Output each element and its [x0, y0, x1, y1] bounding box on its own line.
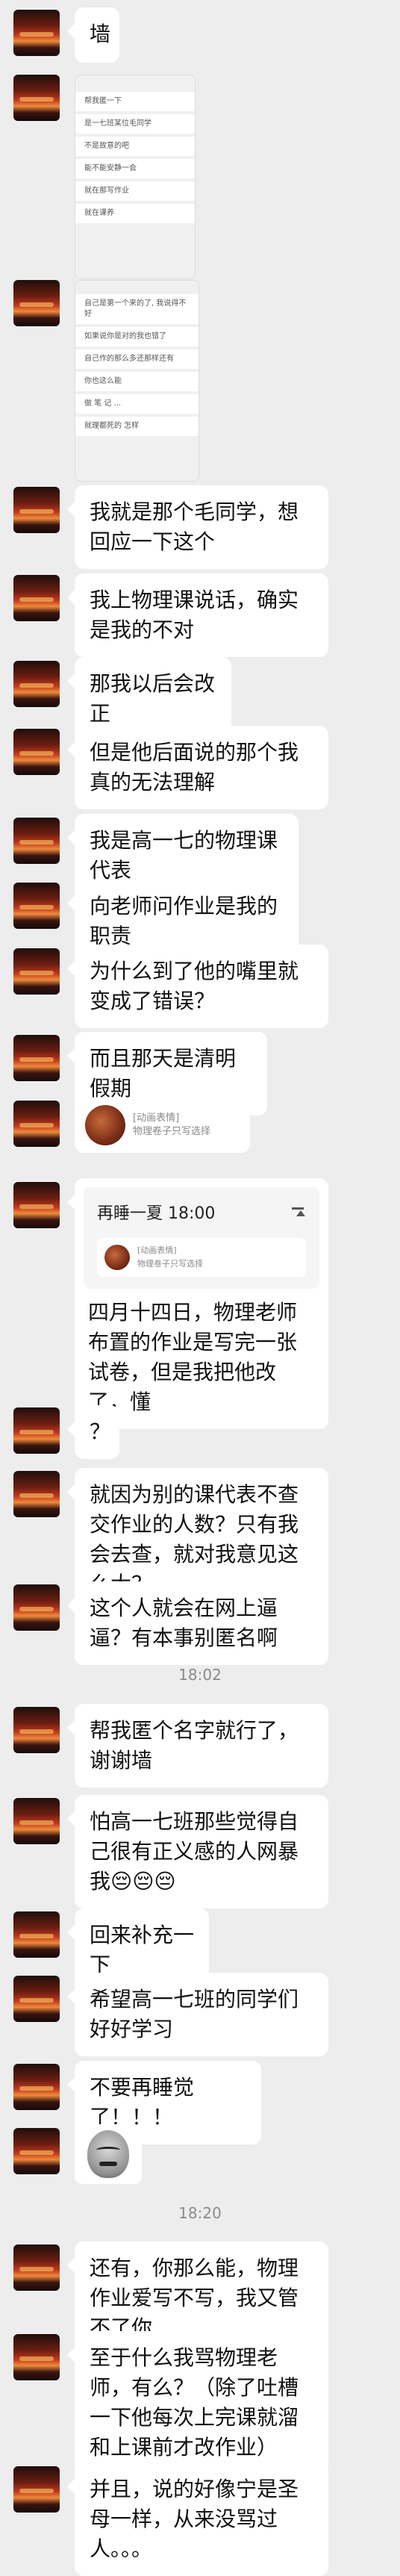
avatar[interactable]: [13, 1035, 60, 1081]
message-bubble[interactable]: 我就是那个毛同学，想回应一下这个: [67, 485, 328, 569]
avatar[interactable]: [13, 1407, 60, 1454]
avatar[interactable]: [13, 1101, 60, 1147]
message-bubble[interactable]: 我上物理课说话，确实是我的不对: [67, 573, 328, 657]
screenshot-line: 如果说你是对的我也错了: [75, 327, 199, 346]
message-bubble[interactable]: 并且，说的好像宁是圣母一样，从来没骂过人。。。: [67, 2463, 328, 2576]
avatar[interactable]: [13, 948, 60, 995]
quoted-message-header: 再睡一夏 18:00: [97, 1204, 216, 1223]
quoted-sticker: [动画表情] 物理卷子只写选择: [97, 1238, 306, 1277]
avatar[interactable]: [13, 1584, 60, 1631]
message-bubble[interactable]: 墙: [67, 7, 119, 63]
message-bubble[interactable]: 希望高一七班的同学们好好学习: [67, 1973, 328, 2056]
screenshot-line: 不是故意的吧: [75, 137, 195, 156]
message-bubble[interactable]: 但是他后面说的那个我真的无法理解: [67, 726, 328, 809]
meme-face-icon: [87, 2130, 129, 2178]
meme-sticker-image[interactable]: [75, 2124, 142, 2184]
screenshot-line: 自己是第一个来的了, 我说得不好: [75, 294, 199, 324]
avatar[interactable]: [13, 2128, 60, 2174]
quote-message-bubble[interactable]: 再睡一夏 18:00 [动画表情] 物理卷子只写选择 四月十四日，物理老师布置的…: [67, 1178, 328, 1429]
message-bubble[interactable]: 怕高一七班那些觉得自己很有正义感的人网暴我😔😔😔: [67, 1795, 328, 1908]
avatar[interactable]: [13, 575, 60, 621]
screenshot-line: 能不能安静一会: [75, 159, 195, 178]
avatar[interactable]: [13, 1182, 60, 1228]
message-bubble[interactable]: ？: [67, 1405, 119, 1459]
avatar[interactable]: [13, 729, 60, 775]
sticker-thumbnail[interactable]: [85, 1105, 125, 1145]
message-bubble[interactable]: 这个人就会在网上逼逼？有本事别匿名啊: [67, 1581, 328, 1665]
avatar[interactable]: [13, 661, 60, 707]
avatar[interactable]: [13, 1707, 60, 1753]
avatar[interactable]: [13, 75, 60, 121]
image-screenshot[interactable]: 帮我匿一下 是一七班某位毛同学 不是故意的吧 能不能安静一会 就在那写作业 就在…: [75, 75, 196, 279]
pin-top-icon[interactable]: [290, 1206, 306, 1222]
avatar[interactable]: [13, 1471, 60, 1517]
screenshot-line: 自己作的那么多还那样还有: [75, 349, 199, 369]
screenshot-line: 是一七班某位毛同学: [75, 114, 195, 134]
quoted-message-card[interactable]: 再睡一夏 18:00 [动画表情] 物理卷子只写选择: [84, 1187, 319, 1289]
avatar[interactable]: [13, 2334, 60, 2380]
avatar[interactable]: [13, 280, 60, 326]
sticker-caption: 物理卷子只写选择: [137, 1259, 203, 1269]
sticker-thumbnail: [104, 1245, 130, 1270]
avatar[interactable]: [13, 1911, 60, 1958]
avatar[interactable]: [13, 818, 60, 864]
timestamp: 18:02: [178, 1666, 222, 1684]
sticker-caption: 物理卷子只写选择: [133, 1126, 211, 1137]
image-screenshot[interactable]: 自己是第一个来的了, 我说得不好 如果说你是对的我也错了 自己作的那么多还那样还…: [75, 280, 199, 482]
screenshot-line: 就在那写作业: [75, 181, 195, 201]
avatar[interactable]: [13, 2466, 60, 2513]
avatar[interactable]: [13, 2064, 60, 2110]
avatar[interactable]: [13, 1976, 60, 2022]
screenshot-line: 帮我匿一下: [75, 92, 195, 111]
sticker-row: [动画表情] 物理卷子只写选择: [85, 1105, 240, 1145]
sticker-reply-bubble[interactable]: [动画表情] 物理卷子只写选择: [75, 1098, 250, 1153]
screenshot-line: 就理都死的 怎样: [75, 417, 199, 436]
message-bubble[interactable]: 至于什么我骂物理老师，有么？（除了吐槽一下他每次上完课就溜和上课前才改作业）: [67, 2331, 328, 2474]
avatar[interactable]: [13, 2244, 60, 2291]
message-bubble[interactable]: 为什么到了他的嘴里就变成了错误？: [67, 945, 328, 1028]
sticker-label: [动画表情]: [137, 1245, 177, 1255]
timestamp: 18:20: [178, 2204, 222, 2222]
avatar[interactable]: [13, 883, 60, 929]
avatar[interactable]: [13, 1798, 60, 1844]
sticker-label: [动画表情]: [133, 1113, 180, 1124]
screenshot-line: 你也这么能: [75, 372, 199, 391]
quote-reply-text: 四月十四日，物理老师布置的作业是写完一张试卷，但是我把他改了，懂: [88, 1300, 298, 1414]
message-bubble[interactable]: 帮我匿个名字就行了，谢谢墙: [67, 1704, 328, 1788]
avatar[interactable]: [13, 10, 60, 56]
avatar[interactable]: [13, 487, 60, 533]
screenshot-line: 就在课养: [75, 204, 195, 223]
screenshot-line: 做 笔 记 ...: [75, 394, 199, 414]
